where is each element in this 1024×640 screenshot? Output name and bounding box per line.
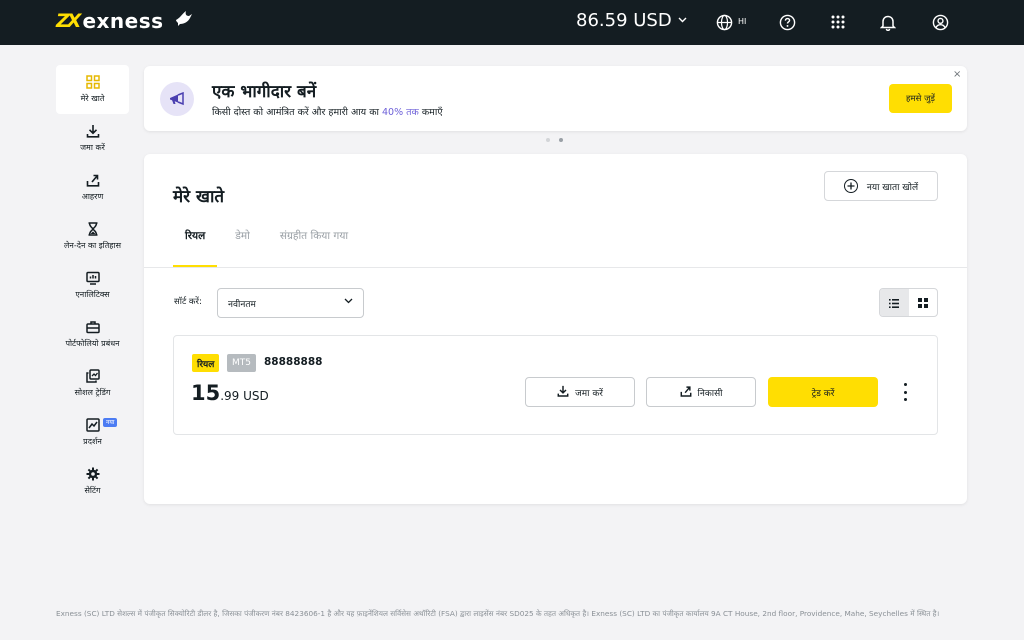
trade-button[interactable]: ट्रेड करें <box>768 377 878 407</box>
banner-highlight: 40% तक <box>382 107 419 118</box>
banner-subtitle-end: कमाएँ <box>418 107 443 118</box>
account-tabs: रियल डेमो संग्रहीत किया गया <box>173 227 360 268</box>
account-type-tag: रियल <box>192 354 220 372</box>
upload-icon <box>680 385 692 400</box>
sidebar-item-label: सेटिंग <box>84 486 101 495</box>
list-view-button[interactable] <box>880 289 909 316</box>
sidebar-item-social-trading[interactable]: सोशल ट्रेडिंग <box>56 359 129 408</box>
sidebar-item-label: जमा करें <box>80 143 105 152</box>
dove-icon <box>174 8 194 33</box>
sidebar-item-label: प्रदर्शन <box>83 437 102 446</box>
view-toggle <box>879 288 938 317</box>
top-bar: ZX exness 86.59 USD HI <box>0 0 1024 45</box>
sidebar-item-performance[interactable]: नया प्रदर्शन <box>56 408 129 457</box>
profile-icon[interactable] <box>930 12 950 32</box>
exness-logo[interactable]: ZX exness <box>56 8 194 33</box>
sidebar-item-label: लेन-देन का इतिहास <box>63 241 122 250</box>
join-us-button[interactable]: हमसे जुड़ें <box>889 84 952 113</box>
download-icon <box>557 385 569 400</box>
more-options-icon[interactable] <box>899 383 911 401</box>
grid-icon <box>917 293 928 312</box>
sidebar-item-label: पोर्टफोलियो प्रबंधन <box>65 339 120 348</box>
list-icon <box>889 293 900 312</box>
tab-demo[interactable]: डेमो <box>217 227 262 268</box>
help-icon[interactable] <box>777 12 797 32</box>
sidebar-item-withdrawal[interactable]: आहरण <box>56 163 129 212</box>
balance-value: 86.59 USD <box>576 10 672 31</box>
new-badge: नया <box>103 418 118 427</box>
legal-footer: Exness (SC) LTD सेशल्स में पंजीकृत सिक्य… <box>56 609 940 618</box>
deposit-label: जमा करें <box>575 388 603 399</box>
sidebar-item-analytics[interactable]: एनालिटिक्स <box>56 261 129 310</box>
plus-circle-icon <box>843 179 858 193</box>
download-icon <box>86 124 100 138</box>
account-row[interactable]: रियल MT5 88888888 15.99 USD जमा करें निक… <box>173 335 938 435</box>
chart-icon <box>85 418 100 432</box>
account-balance: 15.99 USD <box>191 381 269 405</box>
logo-mark: ZX <box>56 9 81 32</box>
balance-dropdown[interactable]: 86.59 USD <box>576 10 687 31</box>
tabs-divider <box>144 267 967 268</box>
sidebar-item-my-accounts[interactable]: मेरे खाते <box>56 65 129 114</box>
analytics-icon <box>85 271 100 285</box>
balance-decimal: .99 <box>220 389 240 403</box>
account-number: 88888888 <box>264 356 323 368</box>
balance-currency: USD <box>239 389 269 403</box>
tab-real[interactable]: रियल <box>173 227 218 268</box>
carousel-dots <box>546 138 563 142</box>
open-new-account-label: नया खाता खोलें <box>866 182 919 193</box>
banner-title: एक भागीदार बनें <box>212 82 317 102</box>
sidebar-item-transaction-history[interactable]: लेन-देन का इतिहास <box>56 212 129 261</box>
sidebar-item-label: मेरे खाते <box>80 94 105 103</box>
partner-banner: एक भागीदार बनें किसी दोस्त को आमंत्रित क… <box>144 66 967 131</box>
language-code[interactable]: HI <box>738 17 746 26</box>
banner-subtitle: किसी दोस्त को आमंत्रित करें और हमारी आय … <box>212 105 443 118</box>
sidebar-item-settings[interactable]: सेटिंग <box>56 457 129 506</box>
sort-select-value: नवीनतम <box>228 299 256 310</box>
tab-archived[interactable]: संग्रहीत किया गया <box>262 227 360 268</box>
bell-icon[interactable] <box>878 12 898 32</box>
briefcase-icon <box>85 320 100 334</box>
sidebar-item-deposit[interactable]: जमा करें <box>56 114 129 163</box>
chevron-down-icon <box>678 15 687 26</box>
logo-text: exness <box>82 8 164 33</box>
globe-icon[interactable] <box>714 12 734 32</box>
sort-select[interactable]: नवीनतम <box>217 288 364 318</box>
hourglass-icon <box>86 222 100 236</box>
grid-view-button[interactable] <box>909 289 938 316</box>
carousel-dot-active[interactable] <box>559 138 563 142</box>
upload-icon <box>86 173 100 187</box>
banner-subtitle-text: किसी दोस्त को आमंत्रित करें और हमारी आय … <box>212 107 382 118</box>
sort-label: सॉर्ट करें: <box>174 297 202 307</box>
balance-integer: 15 <box>191 381 221 405</box>
sidebar-item-label: आहरण <box>81 192 104 201</box>
copy-icon <box>85 369 100 383</box>
withdraw-label: निकासी <box>697 388 723 399</box>
accounts-grid-icon <box>85 75 100 89</box>
platform-tag: MT5 <box>227 354 256 372</box>
sidebar: मेरे खाते जमा करें आहरण लेन-देन का इतिहा… <box>56 65 130 506</box>
sidebar-item-label: एनालिटिक्स <box>75 290 110 299</box>
open-new-account-button[interactable]: नया खाता खोलें <box>824 171 938 201</box>
gear-icon <box>86 467 100 481</box>
withdraw-button[interactable]: निकासी <box>646 377 756 407</box>
sidebar-item-portfolio-management[interactable]: पोर्टफोलियो प्रबंधन <box>56 310 129 359</box>
deposit-button[interactable]: जमा करें <box>525 377 635 407</box>
my-accounts-card: मेरे खाते नया खाता खोलें रियल डेमो संग्र… <box>144 154 967 504</box>
page-title: मेरे खाते <box>173 187 225 207</box>
apps-grid-icon[interactable] <box>828 12 848 32</box>
sidebar-item-label: सोशल ट्रेडिंग <box>74 388 111 397</box>
carousel-dot[interactable] <box>546 138 550 142</box>
megaphone-icon <box>160 82 194 116</box>
chevron-down-icon <box>344 297 353 307</box>
close-icon[interactable]: × <box>953 69 961 80</box>
